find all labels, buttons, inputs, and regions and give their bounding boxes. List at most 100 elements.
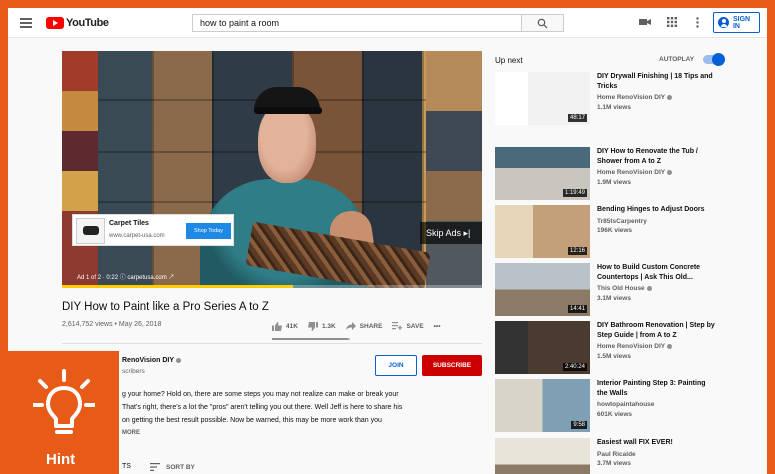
recommended-video[interactable]: 14:41 How to Build Custom Concrete Count… <box>495 263 755 319</box>
more-actions-button[interactable]: ••• <box>434 323 441 330</box>
youtube-logo[interactable]: YouTube <box>46 16 109 30</box>
like-button[interactable]: 41K <box>272 321 298 331</box>
recommended-video[interactable]: 48:17 DIY Drywall Finishing | 18 Tips an… <box>495 72 755 128</box>
thumbs-down-icon <box>307 321 318 331</box>
autoplay-toggle[interactable] <box>703 53 725 66</box>
divider <box>62 343 482 344</box>
recommended-video-info[interactable]: DIY Drywall Finishing | 18 Tips and Tric… <box>597 72 717 112</box>
search-input[interactable]: how to paint a room <box>192 14 522 32</box>
sentiment-bar-fill <box>272 338 348 340</box>
sort-icon <box>150 463 160 471</box>
up-next-heading: Up next <box>495 56 523 65</box>
video-thumbnail[interactable]: 14:41 <box>495 263 590 316</box>
sort-by-label: SORT BY <box>166 463 195 471</box>
video-thumbnail[interactable]: 12:16 <box>495 205 590 258</box>
autoplay-label: AUTOPLAY <box>659 56 695 63</box>
recommended-channel: This Old House <box>597 284 717 294</box>
show-more-button[interactable]: MORE <box>122 430 140 436</box>
recommended-channel: Home RenoVision DIY <box>597 168 717 178</box>
ad-progress-fill <box>62 285 293 288</box>
recommended-video-info[interactable]: DIY Bathroom Renovation | Step by Step G… <box>597 321 717 361</box>
join-button[interactable]: JOIN <box>375 355 417 376</box>
recommended-video-title: DIY Bathroom Renovation | Step by Step G… <box>597 322 715 339</box>
ad-info-text: Ad 1 of 2 · 0:22 ⓘ carpetusa.com ↗ <box>77 275 175 281</box>
playlist-add-icon <box>392 322 403 330</box>
ad-url[interactable]: www.carpet-usa.com <box>109 233 165 239</box>
video-thumbnail[interactable]: 2:40:24 <box>495 321 590 374</box>
sentiment-bar <box>272 338 350 340</box>
channel-name-text: RenoVision DIY <box>122 357 174 364</box>
video-camera-icon[interactable] <box>639 17 651 27</box>
recommended-video-title: Bending Hinges to Adjust Doors <box>597 206 705 213</box>
recommended-video[interactable]: 2:40:24 DIY Bathroom Renovation | Step b… <box>495 321 755 377</box>
video-actions: 41K 1.3K SHARE SAVE ••• <box>272 319 450 333</box>
presenter-cap-brim <box>254 107 322 114</box>
ad-logo <box>76 218 105 244</box>
recommended-video-title: DIY Drywall Finishing | 18 Tips and Tric… <box>597 73 713 90</box>
recommended-video-info[interactable]: Interior Painting Step 3: Painting the W… <box>597 379 717 419</box>
recommended-channel: howtopaintahouse <box>597 401 655 408</box>
video-thumbnail[interactable]: 1:19:49 <box>495 147 590 200</box>
more-actions-icon: ••• <box>433 322 441 330</box>
ad-progress-bar[interactable] <box>62 285 482 288</box>
save-button[interactable]: SAVE <box>392 322 424 330</box>
video-description: g your home? Hold on, there are some ste… <box>122 388 452 427</box>
verified-check-icon <box>667 169 673 175</box>
comments-count: TS <box>122 463 131 470</box>
hint-button[interactable]: Hint <box>8 351 119 474</box>
top-bar: YouTube how to paint a room SIGN IN <box>8 8 767 38</box>
recommended-channel: Paul Ricalde <box>597 450 636 458</box>
menu-icon[interactable] <box>20 18 32 28</box>
thumbs-up-icon <box>272 321 282 331</box>
recommended-views: 1.5M views <box>597 352 631 360</box>
recommended-channel: Home RenoVision DIY <box>597 342 717 352</box>
video-thumbnail[interactable]: 9:58 <box>495 379 590 432</box>
video-duration: 9:58 <box>571 421 587 429</box>
share-button[interactable]: SHARE <box>345 322 383 330</box>
sign-in-button[interactable]: SIGN IN <box>713 12 760 33</box>
recommended-video[interactable]: 9:58 Interior Painting Step 3: Painting … <box>495 379 755 435</box>
share-label: SHARE <box>359 322 383 330</box>
recommended-video[interactable]: Easiest wall FIX EVER! Paul Ricalde 3.7M… <box>495 438 755 474</box>
channel-name[interactable]: RenoVision DIY <box>122 357 181 364</box>
youtube-window: YouTube how to paint a room SIGN IN Carp… <box>8 8 767 474</box>
presenter-head <box>258 103 316 183</box>
video-duration: 12:16 <box>567 247 587 255</box>
ad-title: Carpet Tiles <box>109 220 149 227</box>
search-button[interactable] <box>522 14 564 32</box>
ad-overlay-card[interactable]: Carpet Tiles www.carpet-usa.com Shop Tod… <box>72 214 234 246</box>
sort-by-button[interactable]: SORT BY <box>150 463 195 471</box>
recommended-video-title: Interior Painting Step 3: Painting the W… <box>597 380 706 397</box>
video-thumbnail[interactable] <box>495 438 590 474</box>
recommended-video[interactable]: 1:19:49 DIY How to Renovate the Tub / Sh… <box>495 147 755 203</box>
ad-shop-button[interactable]: Shop Today <box>186 223 231 239</box>
description-line: That's right, there's a lot the "pros" a… <box>122 404 403 411</box>
video-duration: 14:41 <box>567 305 587 313</box>
recommended-views: 3.7M views <box>597 460 631 467</box>
sign-in-label: SIGN IN <box>732 15 751 30</box>
apps-grid-icon[interactable] <box>667 17 677 27</box>
video-duration: 2:40:24 <box>562 363 587 371</box>
video-duration: 1:19:49 <box>562 189 587 197</box>
recommended-views: 601K views <box>597 410 633 418</box>
recommended-video-info[interactable]: Easiest wall FIX EVER! Paul Ricalde 3.7M… <box>597 438 717 469</box>
recommended-views: 3.1M views <box>597 294 631 302</box>
recommended-video-info[interactable]: DIY How to Renovate the Tub / Shower fro… <box>597 147 717 187</box>
dislike-button[interactable]: 1.3K <box>307 321 336 331</box>
video-views-date: 2,614,752 views • May 26, 2018 <box>62 321 162 328</box>
video-frame-left <box>62 51 98 288</box>
video-player[interactable]: Carpet Tiles www.carpet-usa.com Shop Tod… <box>62 51 482 288</box>
more-vertical-icon[interactable] <box>696 17 699 28</box>
verified-check-icon <box>667 94 673 100</box>
subscribe-button[interactable]: SUBSCRIBE <box>422 355 482 376</box>
recommended-video-info[interactable]: Bending Hinges to Adjust Doors Tr85tsCar… <box>597 205 717 236</box>
autoplay-toggle-knob <box>712 53 725 66</box>
video-thumbnail[interactable]: 48:17 <box>495 72 590 125</box>
recommended-video-info[interactable]: How to Build Custom Concrete Countertops… <box>597 263 717 303</box>
verified-check-icon <box>176 357 181 363</box>
lightbulb-icon <box>33 369 95 434</box>
recommended-video[interactable]: 12:16 Bending Hinges to Adjust Doors Tr8… <box>495 205 755 261</box>
skip-ads-button[interactable]: Skip Ads ▸| <box>420 222 482 244</box>
video-title: DIY How to Paint like a Pro Series A to … <box>62 301 269 313</box>
recommended-channel: Home RenoVision DIY <box>597 93 717 103</box>
